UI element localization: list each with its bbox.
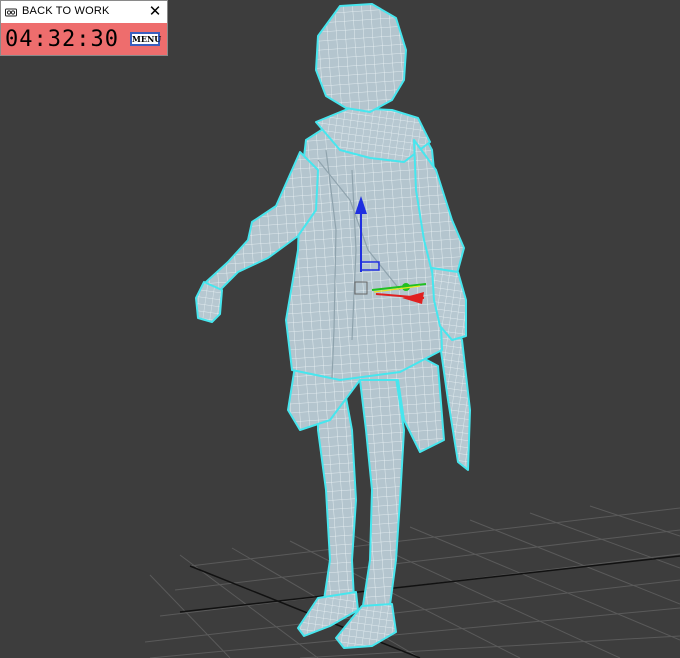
close-button[interactable]: ✕: [145, 2, 165, 22]
camera-icon: [5, 8, 17, 17]
timer-window: BACK TO WORK ✕ 04:32:30 MENU: [0, 0, 168, 56]
countdown-display: 04:32:30: [5, 27, 119, 52]
menu-button[interactable]: MENU: [130, 32, 161, 46]
timer-title: BACK TO WORK: [22, 5, 110, 17]
timer-titlebar[interactable]: BACK TO WORK ✕: [1, 1, 167, 23]
mesh-left-hand: [195, 281, 223, 323]
timer-body: 04:32:30 MENU: [1, 23, 167, 55]
3d-viewport[interactable]: [0, 0, 680, 658]
mesh-head: [315, 3, 407, 113]
